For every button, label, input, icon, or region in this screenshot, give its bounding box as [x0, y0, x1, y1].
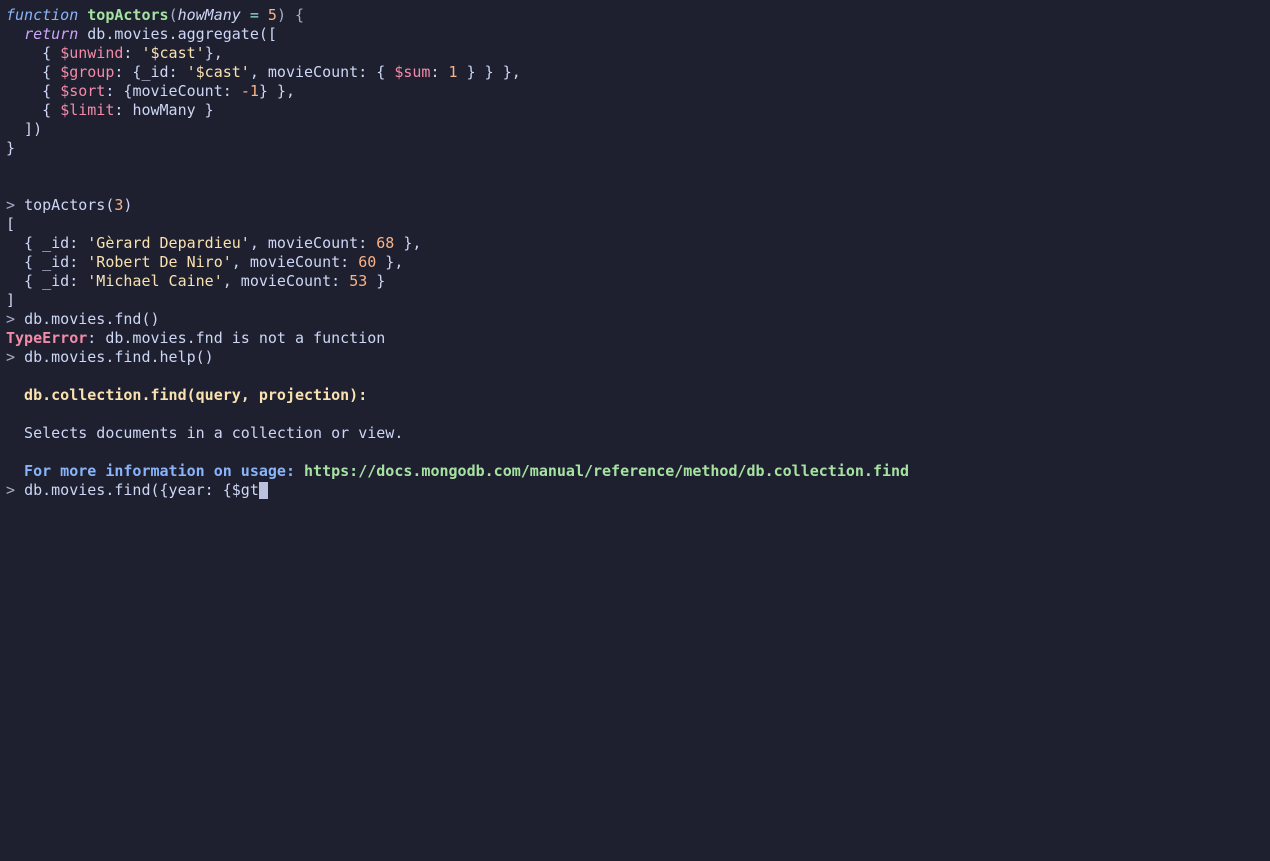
help-url[interactable]: https://docs.mongodb.com/manual/referenc…	[304, 462, 909, 480]
prompt-line-call: > topActors(3)	[6, 196, 1264, 215]
result-row-3: { _id: 'Michael Caine', movieCount: 53 }	[6, 272, 1264, 291]
blank-line	[6, 158, 1264, 177]
prompt-line-help: > db.movies.find.help()	[6, 348, 1264, 367]
code-line-3: { $unwind: '$cast'},	[6, 44, 1264, 63]
blank-line	[6, 367, 1264, 386]
cursor-icon	[259, 482, 268, 499]
help-signature: db.collection.find(query, projection):	[6, 386, 1264, 405]
result-row-1: { _id: 'Gèrard Depardieu', movieCount: 6…	[6, 234, 1264, 253]
code-line-2: return db.movies.aggregate([	[6, 25, 1264, 44]
code-line-4: { $group: {_id: '$cast', movieCount: { $…	[6, 63, 1264, 82]
error-line: TypeError: db.movies.fnd is not a functi…	[6, 329, 1264, 348]
code-line-8: }	[6, 139, 1264, 158]
terminal-output[interactable]: function topActors(howMany = 5) { return…	[6, 6, 1264, 500]
blank-line	[6, 177, 1264, 196]
blank-line	[6, 405, 1264, 424]
blank-line	[6, 443, 1264, 462]
help-description: Selects documents in a collection or vie…	[6, 424, 1264, 443]
current-prompt-line[interactable]: > db.movies.find({year: {$gt	[6, 481, 1264, 500]
code-line-1: function topActors(howMany = 5) {	[6, 6, 1264, 25]
code-line-5: { $sort: {movieCount: -1} },	[6, 82, 1264, 101]
help-link-line: For more information on usage: https://d…	[6, 462, 1264, 481]
result-row-2: { _id: 'Robert De Niro', movieCount: 60 …	[6, 253, 1264, 272]
result-open: [	[6, 215, 1264, 234]
code-line-6: { $limit: howMany }	[6, 101, 1264, 120]
prompt-line-error: > db.movies.fnd()	[6, 310, 1264, 329]
code-line-7: ])	[6, 120, 1264, 139]
result-close: ]	[6, 291, 1264, 310]
